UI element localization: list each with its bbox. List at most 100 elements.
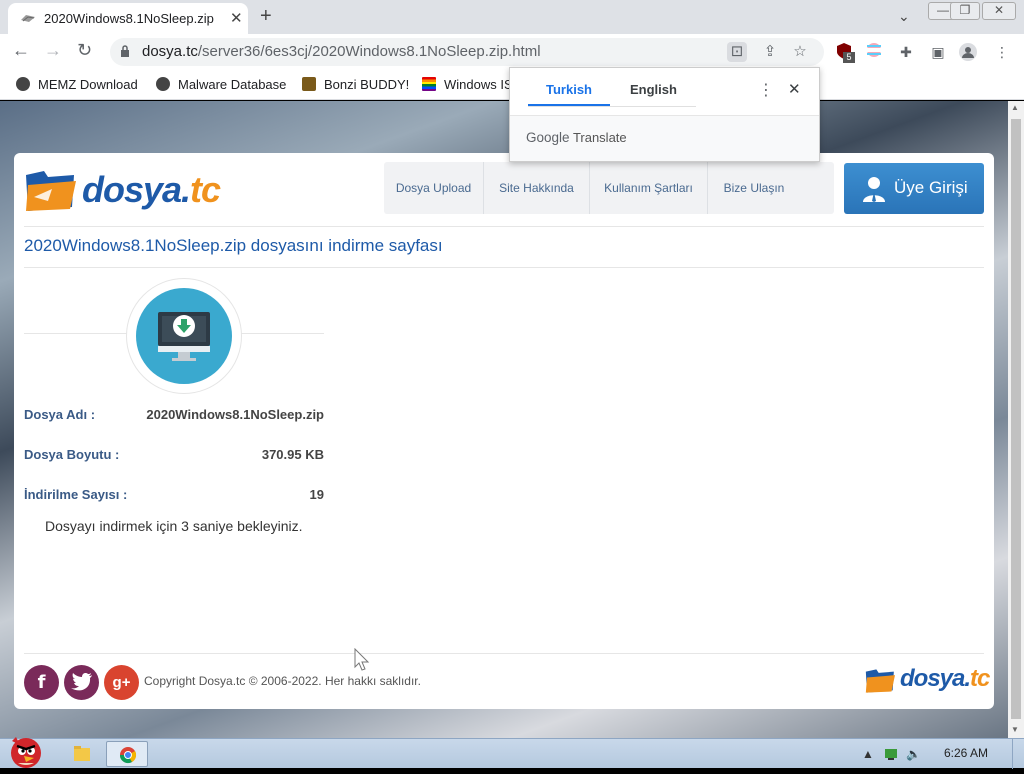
- rainbow-flag-icon: [422, 77, 436, 91]
- extensions-puzzle-icon[interactable]: ✚: [896, 42, 916, 62]
- logo-main: dosya.: [82, 169, 191, 210]
- scrollbar-thumb[interactable]: [1011, 119, 1021, 719]
- close-window-button[interactable]: ✕: [982, 2, 1016, 20]
- scroll-down-icon[interactable]: ▼: [1011, 725, 1019, 734]
- user-icon: [863, 177, 885, 202]
- file-size-value: 370.95 KB: [261, 447, 324, 462]
- footer-divider: [24, 653, 984, 654]
- network-icon[interactable]: [884, 748, 898, 763]
- bookmark-label: Windows IS: [444, 77, 513, 92]
- bookmark-bonzi-buddy[interactable]: Bonzi BUDDY!: [302, 77, 409, 92]
- show-desktop-button[interactable]: [1012, 739, 1024, 769]
- share-icon[interactable]: ⇪: [760, 42, 780, 62]
- brand-google: Google: [526, 130, 570, 145]
- flag-extension-icon[interactable]: [864, 42, 884, 62]
- download-monitor-icon: [158, 312, 210, 361]
- tab-title: 2020Windows8.1NoSleep.zip: [44, 11, 214, 26]
- browser-tab[interactable]: 2020Windows8.1NoSleep.zip ✕: [8, 3, 248, 34]
- menu-kebab-icon[interactable]: ⋮: [992, 42, 1012, 62]
- facebook-icon[interactable]: f: [24, 665, 59, 700]
- back-arrow-icon[interactable]: ←: [12, 40, 30, 61]
- extension-badge: 5: [843, 52, 855, 63]
- active-tab-underline: [528, 104, 610, 106]
- wait-message: Dosyayı indirmek için 3 saniye bekleyini…: [45, 518, 303, 534]
- tab-strip: 2020Windows8.1NoSleep.zip ✕ + ⌄ — ❐ ✕: [0, 0, 1024, 34]
- file-name-label: Dosya Adı :: [24, 407, 96, 422]
- explorer-taskbar-button[interactable]: [64, 741, 100, 767]
- google-translate-brand: Google Translate: [526, 130, 627, 145]
- lock-icon[interactable]: [120, 45, 130, 57]
- divider: [24, 267, 984, 268]
- divider: [24, 226, 984, 227]
- bookmark-label: Bonzi BUDDY!: [324, 77, 410, 92]
- footer-logo[interactable]: dosya.tc: [864, 663, 990, 697]
- bookmark-malware-database[interactable]: Malware Database: [156, 77, 286, 92]
- volume-icon[interactable]: 🔈: [906, 747, 921, 761]
- file-size-label: Dosya Boyutu :: [24, 447, 120, 462]
- logo-text: dosya.tc: [82, 169, 221, 211]
- logo-tc: tc: [190, 169, 221, 210]
- brand-translate: Translate: [572, 130, 627, 145]
- login-button[interactable]: Üye Girişi: [844, 163, 984, 214]
- main-card: dosya.tc Dosya Upload Site Hakkında Kull…: [14, 153, 994, 709]
- tab-turkish[interactable]: Turkish: [546, 82, 592, 97]
- page-title: 2020Windows8.1NoSleep.zip dosyasını indi…: [24, 236, 443, 255]
- login-label: Üye Girişi: [894, 178, 968, 197]
- page-viewport: dosya.tc Dosya Upload Site Hakkında Kull…: [0, 101, 1008, 738]
- restore-button[interactable]: ❐: [950, 2, 980, 20]
- tab-separator: [528, 106, 696, 107]
- taskbar: ▲ 🔈 6:26 AM: [0, 737, 1024, 769]
- taskbar-clock[interactable]: 6:26 AM: [944, 746, 988, 760]
- download-badge[interactable]: [126, 278, 242, 394]
- side-panel-icon[interactable]: ▣: [928, 42, 948, 62]
- download-count-label: İndirilme Sayısı :: [24, 487, 128, 502]
- download-count-value: 19: [309, 487, 324, 502]
- translate-options-kebab-icon[interactable]: ⋮: [758, 80, 774, 100]
- new-tab-button[interactable]: +: [260, 5, 272, 28]
- bookmark-windows[interactable]: Windows IS: [422, 77, 513, 92]
- mouse-cursor-icon: [354, 648, 370, 671]
- nav-bize-ulasin[interactable]: Bize Ulaşın: [708, 162, 800, 214]
- nav-site-hakkinda[interactable]: Site Hakkında: [484, 162, 590, 214]
- translate-footer: Google Translate: [510, 116, 819, 161]
- tab-search-chevron-icon[interactable]: ⌄: [898, 8, 910, 25]
- profile-avatar-icon[interactable]: [958, 42, 978, 62]
- bonzi-icon: [302, 77, 316, 91]
- nav-kullanim-sartlari[interactable]: Kullanım Şartları: [590, 162, 708, 214]
- translate-popup: Turkish English ⋮ ✕ Google Translate: [509, 67, 820, 162]
- globe-icon: [16, 77, 30, 91]
- url-host: dosya.tc: [142, 43, 198, 60]
- forward-arrow-icon[interactable]: →: [44, 40, 62, 61]
- logo-main: dosya.: [900, 665, 971, 692]
- chrome-taskbar-button[interactable]: [106, 741, 148, 767]
- vertical-scrollbar[interactable]: ▲ ▼: [1008, 101, 1024, 738]
- folder-icon: [74, 746, 90, 761]
- footer-logo-text: dosya.tc: [900, 665, 990, 693]
- bookmark-memz[interactable]: MEMZ Download: [16, 77, 138, 92]
- address-bar[interactable]: dosya.tc/server36/6es3cj/2020Windows8.1N…: [110, 38, 824, 66]
- bookmark-label: MEMZ Download: [38, 77, 138, 92]
- translate-icon[interactable]: ⊡: [727, 42, 747, 62]
- site-logo[interactable]: dosya.tc: [24, 163, 221, 215]
- translate-close-icon[interactable]: ✕: [788, 80, 801, 98]
- download-circle: [136, 288, 232, 384]
- page-favicon-icon: [21, 15, 35, 22]
- folder-logo-icon: [26, 171, 76, 211]
- show-hidden-icons-icon[interactable]: ▲: [862, 747, 874, 761]
- google-plus-icon[interactable]: g+: [104, 665, 139, 700]
- nav-dosya-upload[interactable]: Dosya Upload: [384, 162, 484, 214]
- reload-icon[interactable]: ↻: [77, 40, 92, 61]
- angry-bird-start-icon: [11, 737, 41, 768]
- twitter-icon[interactable]: [64, 665, 99, 700]
- url-path: /server36/6es3cj/2020Windows8.1NoSleep.z…: [197, 43, 541, 60]
- tab-english[interactable]: English: [630, 82, 677, 97]
- bookmark-label: Malware Database: [178, 77, 287, 92]
- bookmark-star-icon[interactable]: ☆: [790, 42, 810, 62]
- folder-logo-icon: [865, 669, 895, 693]
- url-text[interactable]: dosya.tc/server36/6es3cj/2020Windows8.1N…: [142, 43, 541, 60]
- start-button[interactable]: [4, 731, 48, 769]
- scroll-up-icon[interactable]: ▲: [1011, 103, 1019, 112]
- file-name-value: 2020Windows8.1NoSleep.zip: [146, 407, 324, 422]
- tab-close-icon[interactable]: ✕: [230, 9, 243, 27]
- logo-tc: tc: [970, 665, 990, 692]
